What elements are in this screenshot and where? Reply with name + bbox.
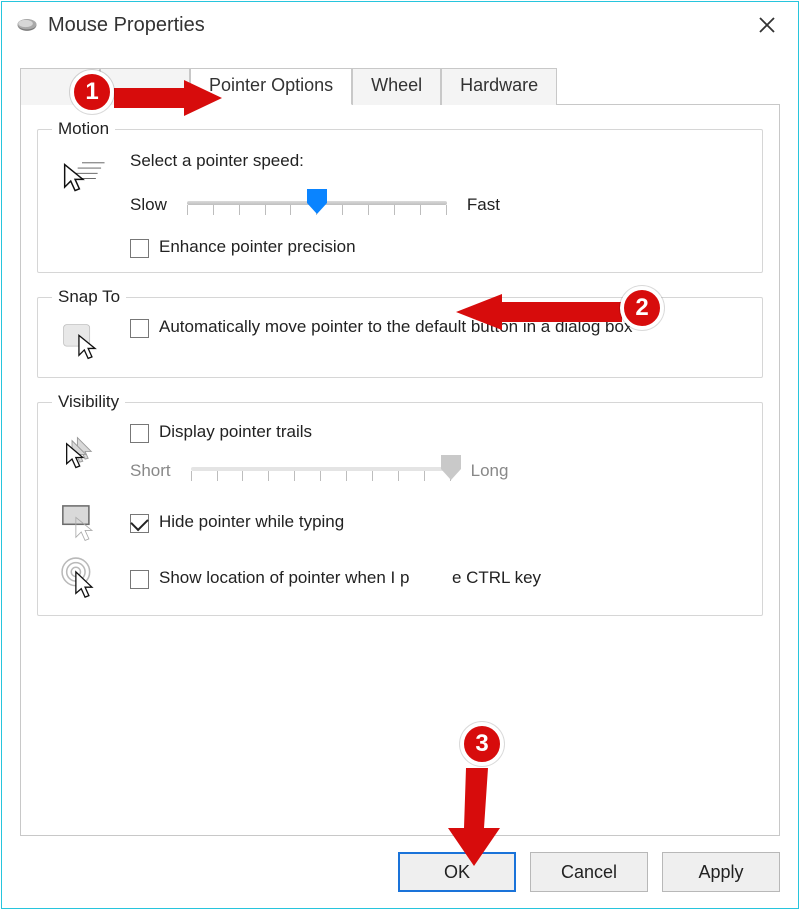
apply-button[interactable]: Apply (662, 852, 780, 892)
tab-wheel[interactable]: Wheel (352, 68, 441, 105)
motion-legend: Motion (52, 119, 115, 139)
enhance-precision-label: Enhance pointer precision (159, 237, 356, 257)
hide-typing-checkbox[interactable] (130, 514, 149, 533)
mouse-properties-dialog: Mouse Properties Butto oi… Pointer Optio… (1, 1, 799, 909)
cancel-button[interactable]: Cancel (530, 852, 648, 892)
trails-label: Display pointer trails (159, 422, 312, 442)
motion-group: Motion Select a pointer speed: (37, 119, 763, 273)
mouse-icon (16, 17, 38, 33)
annotation-badge-2: 2 (620, 286, 664, 330)
titlebar: Mouse Properties (2, 2, 798, 48)
annotation-arrow-2 (452, 292, 622, 332)
snapto-icon (52, 317, 112, 363)
fast-label: Fast (467, 195, 500, 215)
enhance-precision-checkbox[interactable] (130, 239, 149, 258)
ctrl-locate-label-post: e CTRL key (452, 568, 541, 587)
annotation-arrow-1 (114, 78, 224, 118)
ctrl-locate-icon (52, 555, 112, 601)
ctrl-locate-label-pre: Show location of pointer when I p (159, 568, 409, 587)
pointer-speed-slider[interactable] (187, 187, 447, 223)
ctrl-locate-label: Show location of pointer when I pxxxxxe … (159, 568, 541, 588)
visibility-group: Visibility (37, 392, 763, 616)
visibility-legend: Visibility (52, 392, 125, 412)
hide-typing-icon (52, 499, 112, 545)
motion-caption: Select a pointer speed: (130, 151, 748, 171)
tab-panel: Motion Select a pointer speed: (20, 104, 780, 836)
hide-typing-label: Hide pointer while typing (159, 512, 344, 532)
close-button[interactable] (744, 2, 790, 48)
annotation-badge-3: 3 (460, 722, 504, 766)
trails-short-label: Short (130, 461, 171, 481)
tab-hardware[interactable]: Hardware (441, 68, 557, 105)
trails-icon (52, 433, 112, 479)
ctrl-locate-checkbox[interactable] (130, 570, 149, 589)
slow-label: Slow (130, 195, 167, 215)
snapto-checkbox[interactable] (130, 319, 149, 338)
annotation-arrow-3 (442, 768, 502, 868)
trails-slider (191, 453, 451, 489)
annotation-badge-1: 1 (70, 70, 114, 114)
trails-checkbox[interactable] (130, 424, 149, 443)
motion-icon (52, 149, 112, 201)
close-icon (758, 16, 776, 34)
snapto-legend: Snap To (52, 287, 126, 307)
window-title: Mouse Properties (48, 14, 744, 37)
trails-long-label: Long (471, 461, 509, 481)
